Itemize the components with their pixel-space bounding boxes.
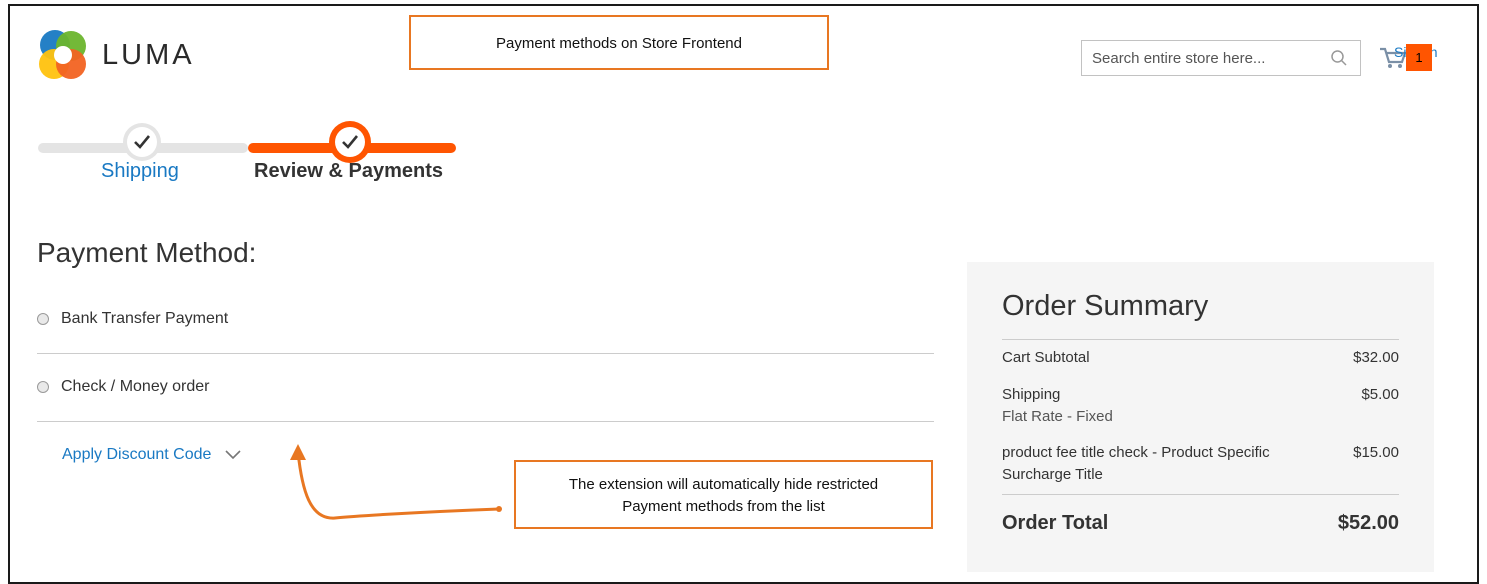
radio-button[interactable] (37, 381, 49, 393)
divider (37, 421, 934, 422)
logo-text: LUMA (102, 38, 195, 71)
callout-text: Payment methods on Store Frontend (496, 35, 742, 52)
order-total-label: Order Total (1002, 512, 1109, 534)
store-logo[interactable]: LUMA (38, 29, 195, 81)
divider (1002, 494, 1399, 495)
annotation-arrow (290, 444, 502, 520)
callout-text-line-2: Payment methods from the list (622, 498, 825, 515)
step-shipping-marker (123, 123, 161, 161)
summary-row-value: $32.00 (1353, 349, 1399, 366)
apply-discount-label: Apply Discount Code (62, 446, 212, 463)
search-input[interactable] (1082, 41, 1342, 75)
summary-row-label: Shipping Flat Rate - Fixed (1002, 384, 1312, 428)
apply-discount-toggle[interactable]: Apply Discount Code (62, 446, 241, 464)
summary-row-value: $15.00 (1353, 444, 1399, 461)
luma-logo-icon (39, 30, 86, 79)
search-box (1081, 40, 1361, 76)
summary-row-label: product fee title check - Product Specif… (1002, 444, 1270, 483)
search-icon[interactable] (1330, 49, 1348, 67)
step-review-marker (329, 121, 371, 163)
annotation-callout-bottom: The extension will automatically hide re… (514, 460, 933, 529)
payment-method-title: Payment Method: (37, 237, 257, 268)
order-total-value: $52.00 (1337, 512, 1399, 534)
payment-option-label: Check / Money order (61, 378, 210, 395)
divider (1002, 339, 1399, 340)
payment-option-label: Bank Transfer Payment (61, 310, 229, 327)
radio-button[interactable] (37, 313, 49, 325)
payment-option-check-money-order[interactable]: Check / Money order (37, 372, 934, 402)
order-summary-panel: Order Summary Cart Subtotal $32.00 Shipp… (967, 262, 1434, 572)
divider (37, 353, 934, 354)
chevron-down-icon (225, 450, 241, 460)
shipping-label: Shipping (1002, 386, 1061, 403)
summary-row-value: $5.00 (1361, 386, 1399, 403)
order-summary-title: Order Summary (1002, 290, 1209, 322)
shipping-method: Flat Rate - Fixed (1002, 408, 1113, 425)
annotation-callout-top: Payment methods on Store Frontend (409, 15, 829, 70)
callout-text-line-1: The extension will automatically hide re… (568, 476, 879, 493)
payment-option-bank-transfer[interactable]: Bank Transfer Payment (37, 304, 934, 334)
summary-row-label: Cart Subtotal (1002, 349, 1090, 366)
cart-count-badge: 1 (1406, 44, 1432, 71)
step-shipping-link[interactable]: Shipping (101, 160, 179, 183)
step-review-label: Review & Payments (254, 160, 443, 182)
